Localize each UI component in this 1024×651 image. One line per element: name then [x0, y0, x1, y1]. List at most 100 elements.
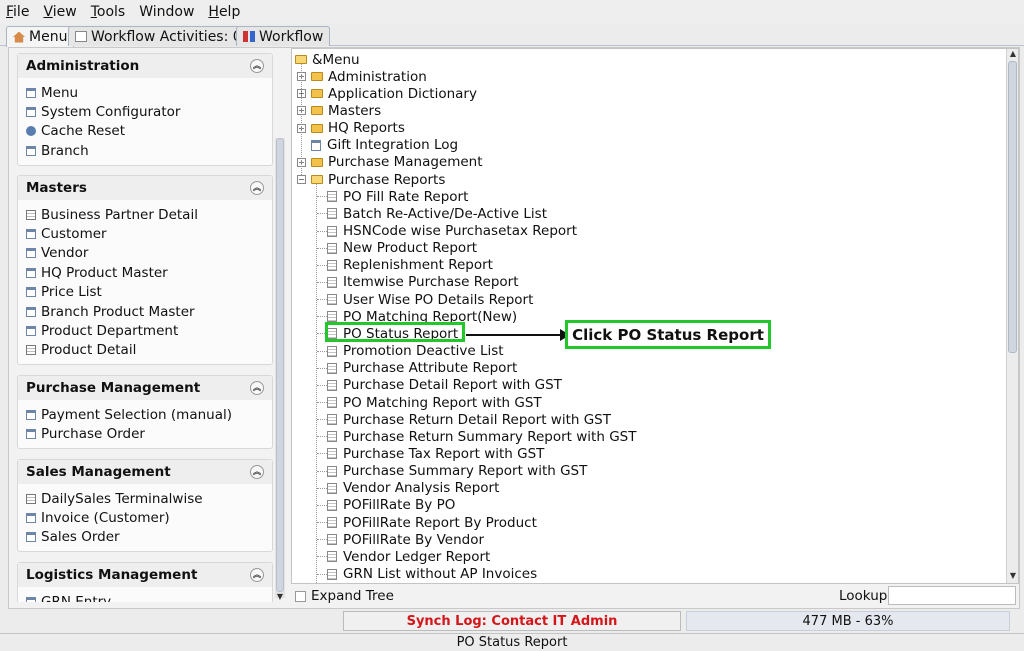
- section-header[interactable]: Administration ︽: [18, 54, 272, 78]
- tree-item[interactable]: POFillRate By Vendor: [327, 531, 484, 548]
- tree-item[interactable]: POFillRate By PO: [327, 497, 455, 514]
- tree-node[interactable]: Gift Integration Log: [297, 137, 458, 154]
- tree-guide-line: [316, 182, 317, 583]
- scroll-down-icon[interactable]: ▼: [1008, 571, 1018, 581]
- menu-view[interactable]: View: [43, 4, 76, 20]
- collapse-icon[interactable]: ︽: [250, 381, 264, 395]
- tab-bar: Menu Workflow Activities: 0 Workflow: [0, 24, 1024, 47]
- section-item[interactable]: Cache Reset: [26, 122, 272, 141]
- tab-workflow-activities[interactable]: Workflow Activities: 0: [68, 26, 249, 46]
- tree-item[interactable]: Vendor Analysis Report: [327, 480, 499, 497]
- tree-node[interactable]: + Masters: [297, 102, 381, 119]
- collapse-icon[interactable]: ︽: [250, 181, 264, 195]
- expand-tree-checkbox[interactable]: [295, 590, 306, 602]
- menu-help[interactable]: Help: [208, 4, 240, 20]
- tree-node[interactable]: + Administration: [297, 68, 427, 85]
- tree-item[interactable]: Purchase Summary Report with GST: [327, 463, 587, 480]
- report-icon: [327, 414, 337, 426]
- section-item-label: Vendor: [41, 245, 89, 262]
- tree-item[interactable]: Purchase Return Detail Report with GST: [327, 411, 611, 428]
- tree-item[interactable]: GRN List without AP Invoices: [327, 566, 537, 583]
- section-item[interactable]: Menu: [26, 83, 272, 102]
- left-scrollbar-thumb[interactable]: [276, 138, 284, 592]
- section-title: Sales Management: [26, 464, 171, 480]
- tree-item[interactable]: Vendor Ledger Report: [327, 548, 490, 565]
- tree-item[interactable]: Promotion Deactive List: [327, 343, 504, 360]
- window-icon: [26, 107, 36, 118]
- section-header[interactable]: Sales Management ︽: [18, 460, 272, 484]
- collapse-icon[interactable]: ︽: [250, 465, 264, 479]
- section-header[interactable]: Purchase Management ︽: [18, 376, 272, 400]
- section-item[interactable]: DailySales Terminalwise: [26, 489, 272, 508]
- section-header[interactable]: Masters ︽: [18, 176, 272, 200]
- tree-item-label: PO Fill Rate Report: [343, 188, 469, 205]
- section-item[interactable]: Invoice (Customer): [26, 508, 272, 527]
- tree-node-label: Administration: [328, 68, 427, 85]
- tree-branch-line: [317, 316, 327, 318]
- scroll-up-icon[interactable]: ▲: [1008, 49, 1018, 59]
- report-icon: [327, 482, 337, 494]
- section-item[interactable]: Price List: [26, 283, 272, 302]
- tree-node[interactable]: − Purchase Reports: [297, 171, 445, 188]
- report-icon: [327, 208, 337, 220]
- section-item[interactable]: Business Partner Detail: [26, 205, 272, 224]
- tree-item[interactable]: Replenishment Report: [327, 257, 493, 274]
- section-item[interactable]: Product Detail: [26, 341, 272, 360]
- tab-menu-label: Menu: [29, 29, 68, 45]
- section-item[interactable]: Sales Order: [26, 528, 272, 547]
- section-items: Payment Selection (manual) Purchase Order: [18, 400, 272, 448]
- section-item[interactable]: Branch Product Master: [26, 302, 272, 321]
- section-item-label: Customer: [41, 226, 107, 243]
- section-item[interactable]: Purchase Order: [26, 424, 272, 443]
- tree-node[interactable]: + HQ Reports: [297, 120, 405, 137]
- tree-item-label: Purchase Return Summary Report with GST: [343, 428, 637, 445]
- report-icon: [327, 311, 337, 323]
- window-icon: [26, 409, 36, 420]
- tab-workflow[interactable]: Workflow: [236, 26, 331, 46]
- tree-item[interactable]: PO Matching Report with GST: [327, 394, 542, 411]
- tree-root[interactable]: &Menu: [295, 51, 360, 68]
- tree-item[interactable]: Itemwise Purchase Report: [327, 274, 519, 291]
- memory-indicator[interactable]: 477 MB - 63%: [686, 611, 1010, 631]
- section-item[interactable]: Customer: [26, 224, 272, 243]
- collapse-icon[interactable]: −: [297, 175, 306, 185]
- tree-item[interactable]: New Product Report: [327, 240, 477, 257]
- synch-log-button[interactable]: Synch Log: Contact IT Admin: [343, 611, 681, 631]
- panel-section: Purchase Management ︽ Payment Selection (m…: [17, 375, 273, 449]
- tree-item[interactable]: Purchase Return Summary Report with GST: [327, 428, 636, 445]
- tree-scrollbar[interactable]: ▲ ▼: [1006, 49, 1018, 583]
- window-icon: [26, 229, 36, 240]
- section-item[interactable]: GRN Entry: [26, 592, 272, 602]
- section-item[interactable]: Product Department: [26, 321, 272, 340]
- section-item[interactable]: Branch: [26, 141, 272, 160]
- tab-menu[interactable]: Menu: [6, 26, 75, 47]
- tree-item[interactable]: Purchase Tax Report with GST: [327, 445, 544, 462]
- menu-tools[interactable]: Tools: [91, 4, 126, 20]
- menu-file[interactable]: File: [6, 4, 29, 20]
- section-item[interactable]: HQ Product Master: [26, 263, 272, 282]
- scroll-down-icon[interactable]: ▼: [275, 592, 285, 602]
- status-message: PO Status Report: [0, 633, 1024, 651]
- section-header[interactable]: Logistics Management ︽: [18, 563, 272, 587]
- left-scrollbar[interactable]: [275, 138, 285, 598]
- section-item[interactable]: Payment Selection (manual): [26, 405, 272, 424]
- tree-item[interactable]: Purchase Attribute Report: [327, 360, 517, 377]
- tree-scrollbar-thumb[interactable]: [1008, 61, 1017, 353]
- tree-node[interactable]: + Application Dictionary: [297, 85, 477, 102]
- tree-item[interactable]: Batch Re-Active/De-Active List: [327, 205, 547, 222]
- report-icon: [327, 448, 337, 460]
- tree-node[interactable]: + Purchase Management: [297, 154, 483, 171]
- collapse-icon[interactable]: ︽: [250, 59, 264, 73]
- section-item-label: Cache Reset: [41, 123, 125, 140]
- tree-item[interactable]: Purchase Detail Report with GST: [327, 377, 562, 394]
- tree-item[interactable]: User Wise PO Details Report: [327, 291, 533, 308]
- tree-item[interactable]: PO Fill Rate Report: [327, 188, 468, 205]
- lookup-input[interactable]: [888, 586, 1016, 605]
- section-item[interactable]: Vendor: [26, 244, 272, 263]
- tree-branch-line: [317, 556, 327, 558]
- collapse-icon[interactable]: ︽: [250, 568, 264, 582]
- section-item[interactable]: System Configurator: [26, 102, 272, 121]
- tree-item[interactable]: POFillRate Report By Product: [327, 514, 537, 531]
- tree-item[interactable]: HSNCode wise Purchasetax Report: [327, 223, 577, 240]
- menu-window[interactable]: Window: [139, 4, 194, 20]
